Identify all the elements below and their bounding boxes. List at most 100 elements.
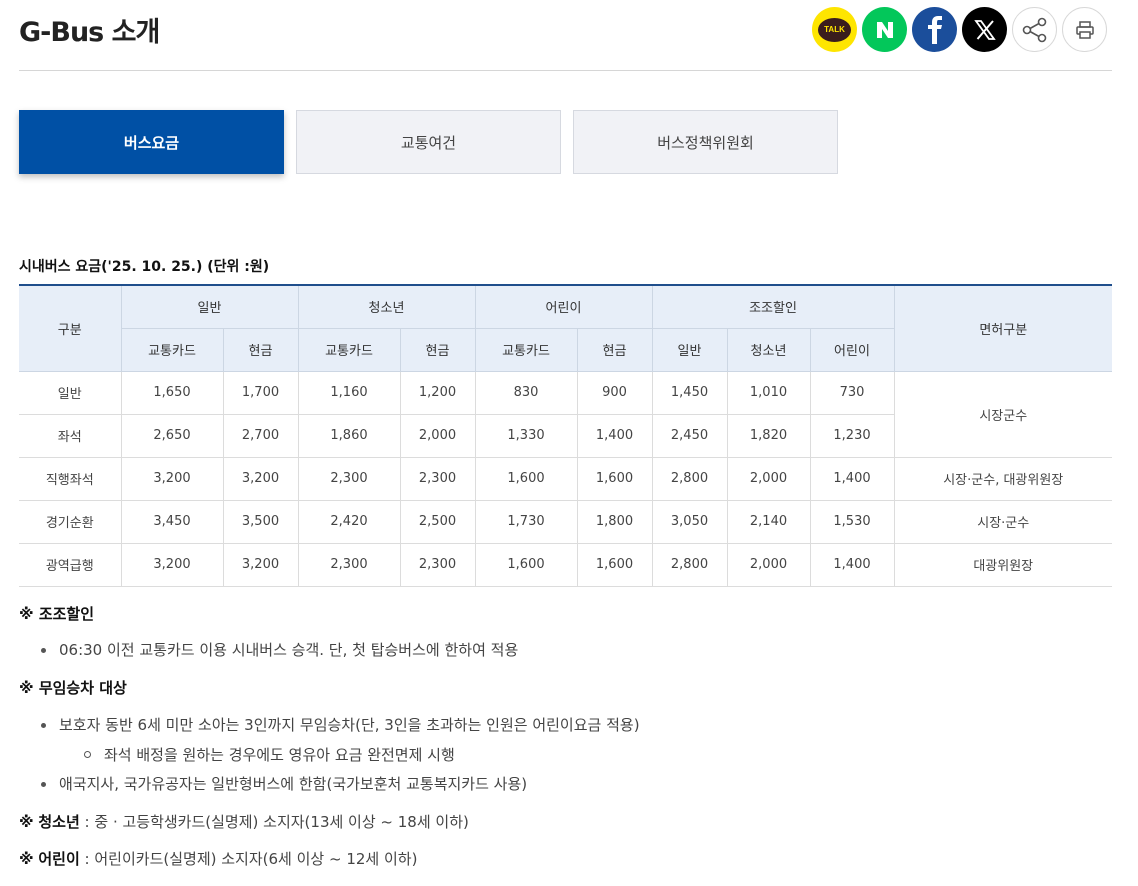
kakaotalk-share-button[interactable]: TALK [812, 7, 857, 52]
naver-share-button[interactable] [862, 7, 907, 52]
fare-cell: 3,500 [222, 499, 299, 544]
print-button[interactable] [1062, 7, 1107, 52]
row-label: 광역급행 [19, 542, 122, 587]
fare-cell: 2,300 [297, 456, 401, 501]
reference-mark: ※ [19, 605, 34, 623]
fare-cell: 1,160 [297, 370, 401, 415]
child-title: 어린이 [38, 850, 80, 868]
x-share-button[interactable] [962, 7, 1007, 52]
fare-cell: 1,330 [474, 413, 578, 458]
fare-cell: 2,800 [651, 456, 728, 501]
fare-cell: 2,300 [297, 542, 401, 587]
notes-section: ※ 조조할인 06:30 이전 교통카드 이용 시내버스 승객. 단, 첫 탑승… [19, 604, 1112, 869]
reference-mark: ※ [19, 850, 34, 868]
free-ride-title: 무임승차 대상 [38, 679, 127, 697]
free-ride-item: 애국지사, 국가유공자는 일반형버스에 한함(국가보훈처 교통복지카드 사용) [19, 774, 1112, 794]
table-caption: 시내버스 요금('25. 10. 25.) (단위 :원) [19, 259, 270, 275]
fare-cell: 730 [809, 370, 895, 415]
license-cell: 시장군수 [893, 370, 1112, 458]
free-ride-subitem: 좌석 배정을 원하는 경우에도 영유아 요금 완전면제 시행 [19, 745, 1112, 765]
early-discount-item: 06:30 이전 교통카드 이용 시내버스 승객. 단, 첫 탑승버스에 한하여… [19, 640, 1112, 660]
row-label: 일반 [19, 370, 122, 415]
fare-cell: 3,050 [651, 499, 728, 544]
table-row: 일반 1,650 1,700 1,160 1,200 830 900 1,450… [19, 370, 1112, 458]
fare-cell: 1,400 [809, 456, 895, 501]
share-toolbar: TALK [812, 7, 1107, 52]
header-group-youth: 청소년 [297, 284, 476, 329]
kakaotalk-icon: TALK [818, 17, 851, 42]
printer-icon [1075, 20, 1094, 39]
early-discount-title: 조조할인 [38, 605, 95, 623]
fare-cell: 1,600 [474, 456, 578, 501]
reference-mark: ※ [19, 679, 34, 697]
table-row: 직행좌석 3,200 3,200 2,300 2,300 1,600 1,600… [19, 456, 1112, 501]
fare-cell: 2,700 [222, 413, 299, 458]
subheader-cell: 어린이 [809, 327, 894, 372]
header-license: 면허구분 [893, 284, 1112, 372]
early-discount-heading: ※ 조조할인 [19, 604, 1112, 624]
tab-traffic-conditions[interactable]: 교통여건 [296, 110, 561, 174]
license-cell: 시장·군수 [893, 499, 1112, 544]
fare-cell: 1,800 [576, 499, 653, 544]
naver-n-icon [876, 21, 893, 38]
table-row: 광역급행 3,200 3,200 2,300 2,300 1,600 1,600… [19, 542, 1112, 587]
row-label: 좌석 [19, 413, 122, 458]
subheader-cell: 현금 [222, 327, 299, 372]
reference-mark: ※ [19, 813, 34, 831]
youth-title: 청소년 [38, 813, 80, 831]
subheader-cell: 일반 [651, 327, 728, 372]
fare-cell: 1,450 [651, 370, 728, 415]
fare-cell: 1,230 [809, 413, 894, 458]
license-cell: 대광위원장 [893, 542, 1112, 587]
header-group-early-discount: 조조할인 [651, 284, 895, 329]
fare-cell: 1,600 [474, 542, 578, 587]
subheader-cell: 교통카드 [121, 327, 224, 372]
facebook-f-icon [927, 15, 942, 44]
fare-cell: 1,600 [576, 456, 653, 501]
fare-cell: 2,000 [726, 456, 811, 501]
x-logo-icon [973, 19, 996, 40]
fare-cell: 1,530 [809, 499, 895, 544]
share-button[interactable] [1012, 7, 1057, 52]
facebook-share-button[interactable] [912, 7, 957, 52]
fare-cell: 3,200 [222, 542, 299, 587]
fare-cell: 3,200 [120, 542, 224, 587]
header-category: 구분 [19, 284, 122, 372]
fare-cell: 2,300 [399, 456, 476, 501]
child-text: : 어린이카드(실명제) 소지자(6세 이상 ~ 12세 이하) [79, 850, 418, 868]
row-label: 경기순환 [19, 499, 122, 544]
table-header-row: 구분 일반 청소년 어린이 조조할인 면허구분 [19, 284, 1112, 372]
row-label: 직행좌석 [19, 456, 122, 501]
subheader-cell: 교통카드 [474, 327, 578, 372]
fare-cell: 3,200 [222, 456, 299, 501]
page-title: G-Bus 소개 [19, 17, 160, 48]
fare-cell: 1,700 [222, 370, 299, 415]
fare-cell: 900 [576, 370, 653, 415]
fare-cell: 1,200 [399, 370, 476, 415]
fare-cell: 3,450 [120, 499, 224, 544]
subheader-cell: 현금 [399, 327, 476, 372]
fare-cell: 2,000 [399, 413, 476, 458]
subheader-cell: 청소년 [726, 327, 811, 372]
tab-bus-fare[interactable]: 버스요금 [19, 110, 284, 174]
fare-cell: 1,400 [576, 413, 653, 458]
fare-table: 구분 일반 청소년 어린이 조조할인 면허구분 교통카드 현금 교통카드 현금 … [19, 284, 1112, 587]
tab-bus-policy-committee[interactable]: 버스정책위원회 [573, 110, 838, 174]
fare-cell: 2,450 [651, 413, 728, 458]
free-ride-heading: ※ 무임승차 대상 [19, 678, 1112, 698]
table-row: 경기순환 3,450 3,500 2,420 2,500 1,730 1,800… [19, 499, 1112, 544]
subheader-cell: 현금 [576, 327, 653, 372]
fare-cell: 1,820 [726, 413, 811, 458]
header-group-child: 어린이 [474, 284, 653, 329]
fare-cell: 830 [474, 370, 578, 415]
fare-cell: 1,400 [809, 542, 895, 587]
youth-note: ※ 청소년 : 중 · 고등학생카드(실명제) 소지자(13세 이상 ~ 18세… [19, 812, 1112, 832]
subheader-cell: 교통카드 [297, 327, 401, 372]
fare-cell: 1,730 [474, 499, 578, 544]
page-header: G-Bus 소개 TALK [19, 0, 1112, 71]
fare-cell: 2,500 [399, 499, 476, 544]
fare-cell: 2,140 [726, 499, 811, 544]
fare-cell: 2,800 [651, 542, 728, 587]
child-note: ※ 어린이 : 어린이카드(실명제) 소지자(6세 이상 ~ 12세 이하) [19, 849, 1112, 869]
fare-cell: 1,860 [297, 413, 401, 458]
